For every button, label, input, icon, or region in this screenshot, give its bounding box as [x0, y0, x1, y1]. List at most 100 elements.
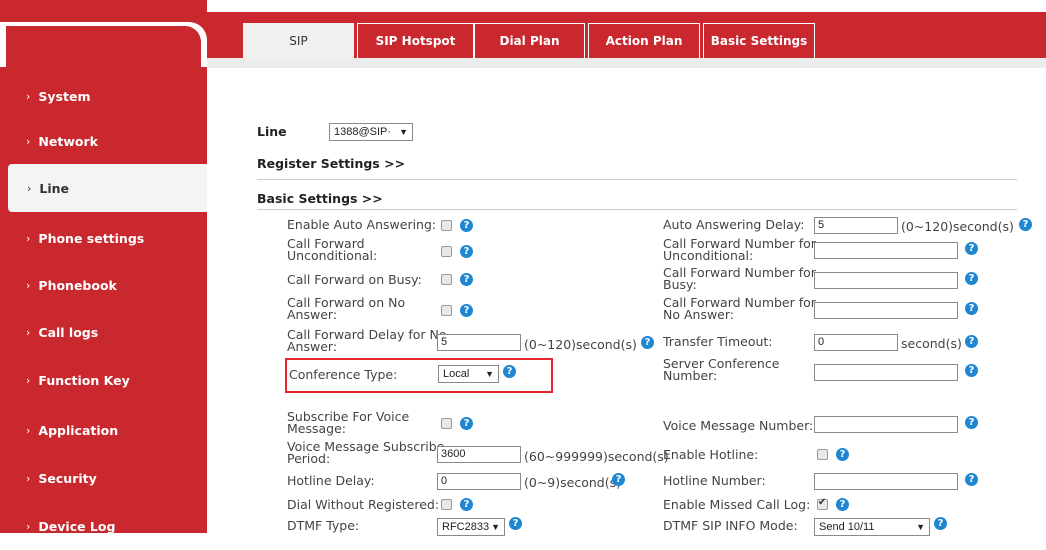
hotline-number-input[interactable] — [814, 473, 958, 490]
help-icon[interactable]: ? — [460, 417, 473, 430]
enable-hotline-checkbox[interactable] — [817, 449, 828, 460]
help-icon[interactable]: ? — [965, 335, 978, 348]
line-select[interactable]: 1388@SIP· ▼ — [329, 123, 413, 141]
vm-period-unit: (60~999999)second(s) — [524, 449, 669, 464]
fwd-num-busy-input[interactable] — [814, 272, 958, 289]
line-label: Line — [257, 124, 287, 139]
sidebar-item-label: System — [38, 88, 91, 104]
help-icon[interactable]: ? — [1019, 218, 1032, 231]
help-icon[interactable]: ? — [965, 272, 978, 285]
tab-bar-underline — [207, 58, 1046, 68]
auto-answer-delay-input[interactable]: 5 — [814, 217, 898, 234]
help-icon[interactable]: ? — [641, 336, 654, 349]
sidebar-header-inner — [6, 26, 201, 68]
sidebar-item-label: Device Log — [38, 518, 116, 534]
sidebar-item-label: Network — [38, 133, 98, 149]
help-icon[interactable]: ? — [612, 473, 625, 486]
help-icon[interactable]: ? — [934, 517, 947, 530]
dtmf-sip-info-value: Send 10/11 — [819, 521, 875, 533]
sidebar: › System › Network › Line › Phone settin… — [0, 0, 207, 534]
help-icon[interactable]: ? — [460, 245, 473, 258]
sidebar-item-system[interactable]: › System — [0, 72, 207, 120]
help-icon[interactable]: ? — [460, 273, 473, 286]
subscribe-vm-label: Subscribe For Voice Message: — [287, 409, 410, 436]
tab-dial-plan[interactable]: Dial Plan — [474, 23, 585, 58]
fwd-delay-unit: (0~120)second(s) — [524, 337, 637, 352]
sidebar-item-application[interactable]: › Application — [0, 406, 207, 454]
tab-action-plan[interactable]: Action Plan — [588, 23, 700, 58]
chevron-right-icon: › — [26, 373, 31, 387]
chevron-down-icon: ▼ — [485, 369, 494, 379]
help-icon[interactable]: ? — [503, 365, 516, 378]
vm-number-input[interactable] — [814, 416, 958, 433]
dial-wo-reg-checkbox[interactable] — [441, 499, 452, 510]
sidebar-item-call-logs[interactable]: › Call logs — [0, 308, 207, 356]
sidebar-item-function-key[interactable]: › Function Key — [0, 356, 207, 404]
fwd-delay-input[interactable]: 5 — [437, 334, 521, 351]
help-icon[interactable]: ? — [965, 416, 978, 429]
divider — [257, 209, 1017, 210]
enable-hotline-label: Enable Hotline: — [663, 447, 759, 462]
sidebar-item-label: Function Key — [38, 372, 130, 388]
missed-log-label: Enable Missed Call Log: — [663, 497, 811, 512]
chevron-right-icon: › — [26, 325, 31, 339]
sidebar-item-label: Phone settings — [38, 230, 145, 246]
sidebar-item-label: Security — [38, 470, 97, 486]
hotline-delay-input[interactable]: 0 — [437, 473, 521, 490]
sidebar-item-network[interactable]: › Network — [0, 117, 207, 165]
help-icon[interactable]: ? — [965, 242, 978, 255]
auto-answer-label: Enable Auto Answering: — [287, 217, 437, 232]
fwd-num-uncond-input[interactable] — [814, 242, 958, 259]
dial-wo-reg-label: Dial Without Registered: — [287, 497, 440, 512]
server-conf-input[interactable] — [814, 364, 958, 381]
sidebar-item-phonebook[interactable]: › Phonebook — [0, 261, 207, 309]
fwd-uncond-checkbox[interactable] — [441, 246, 452, 257]
vm-number-label: Voice Message Number: — [663, 418, 814, 433]
sidebar-item-line[interactable]: › Line — [8, 164, 207, 212]
help-icon[interactable]: ? — [460, 304, 473, 317]
sidebar-item-label: Line — [39, 180, 70, 196]
subscribe-vm-checkbox[interactable] — [441, 418, 452, 429]
help-icon[interactable]: ? — [965, 302, 978, 315]
fwd-noans-label: Call Forward on No Answer: — [287, 295, 406, 322]
fwd-num-noans-label: Call Forward Number for No Answer: — [663, 295, 816, 322]
auto-answer-checkbox[interactable] — [441, 220, 452, 231]
chevron-down-icon: ▼ — [491, 522, 500, 532]
vm-period-label: Voice Message Subscribe Period: — [287, 439, 445, 466]
sidebar-item-security[interactable]: › Security — [0, 454, 207, 502]
register-settings-link[interactable]: Register Settings >> — [257, 156, 405, 171]
vm-period-input[interactable]: 3600 — [437, 446, 521, 463]
fwd-noans-checkbox[interactable] — [441, 305, 452, 316]
tab-basic-settings[interactable]: Basic Settings — [703, 23, 815, 58]
tab-sip-hotspot[interactable]: SIP Hotspot — [357, 23, 474, 58]
basic-settings-header[interactable]: Basic Settings >> — [257, 191, 383, 206]
help-icon[interactable]: ? — [965, 364, 978, 377]
auto-answer-delay-unit: (0~120)second(s) — [901, 219, 1014, 234]
help-icon[interactable]: ? — [509, 517, 522, 530]
fwd-uncond-label: Call Forward Unconditional: — [287, 236, 378, 263]
sidebar-item-device-log[interactable]: › Device Log — [0, 502, 207, 550]
fwd-num-noans-input[interactable] — [814, 302, 958, 319]
hotline-delay-label: Hotline Delay: — [287, 473, 375, 488]
sidebar-item-label: Phonebook — [38, 277, 117, 293]
fwd-busy-checkbox[interactable] — [441, 274, 452, 285]
help-icon[interactable]: ? — [836, 448, 849, 461]
server-conf-label: Server Conference Number: — [663, 356, 780, 383]
conference-type-select[interactable]: Local ▼ — [438, 365, 499, 383]
sidebar-item-phone-settings[interactable]: › Phone settings — [0, 214, 207, 262]
missed-log-checkbox[interactable] — [817, 497, 828, 510]
dtmf-sip-info-select[interactable]: Send 10/11 ▼ — [814, 518, 930, 536]
tab-sip[interactable]: SIP — [243, 23, 354, 58]
transfer-timeout-unit: second(s) — [901, 336, 962, 351]
sidebar-item-label: Call logs — [38, 324, 99, 340]
help-icon[interactable]: ? — [965, 473, 978, 486]
help-icon[interactable]: ? — [836, 498, 849, 511]
conference-type-value: Local — [443, 368, 470, 380]
auto-answer-delay-label: Auto Answering Delay: — [663, 217, 805, 232]
help-icon[interactable]: ? — [460, 219, 473, 232]
chevron-right-icon: › — [26, 231, 31, 245]
help-icon[interactable]: ? — [460, 498, 473, 511]
dtmf-type-select[interactable]: RFC2833 ▼ — [437, 518, 505, 536]
transfer-timeout-input[interactable]: 0 — [814, 334, 898, 351]
divider — [257, 179, 1017, 180]
